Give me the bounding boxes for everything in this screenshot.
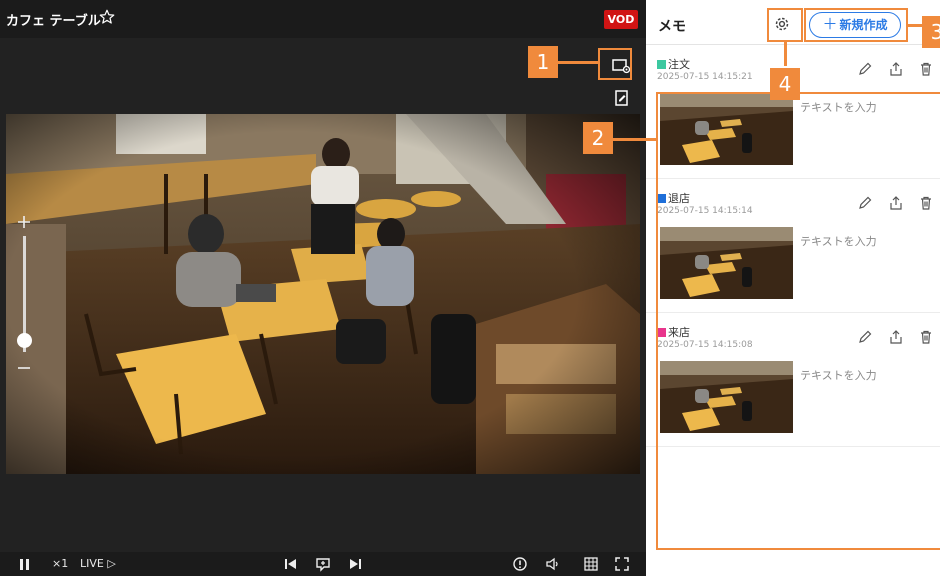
callout-badge-3: 3	[922, 16, 940, 48]
callout-badge-1: 1	[528, 46, 558, 78]
pause-icon[interactable]	[18, 556, 32, 572]
video-header: カフェ テーブル VOD	[0, 0, 646, 38]
callout-badge-4: 4	[770, 68, 800, 100]
share-export-icon[interactable]	[888, 61, 904, 77]
edit-pencil-icon[interactable]	[857, 61, 873, 77]
camera-title: カフェ テーブル	[6, 14, 101, 29]
memo-item-label: 注文	[668, 58, 690, 71]
camera-video-frame[interactable]	[6, 114, 640, 474]
callout-outline-1	[598, 48, 632, 80]
memo-tag-color	[657, 60, 666, 69]
zoom-out-icon[interactable]	[16, 360, 32, 376]
callout-badge-2: 2	[583, 122, 613, 154]
speed-button[interactable]: ×1	[52, 556, 68, 572]
callout-connector-1	[558, 61, 598, 64]
callout-connector-4	[784, 42, 787, 66]
callout-outline-4	[767, 8, 803, 42]
vod-badge[interactable]: VOD	[604, 10, 638, 29]
memo-item-time[interactable]: 2025-07-15 14:15:21	[657, 72, 753, 82]
app-root: カフェ テーブル VOD ×1 LIVE ▷ メモ ＋ 新規作成 注文 2025…	[0, 0, 940, 576]
skip-forward-icon[interactable]	[348, 556, 364, 572]
add-memo-marker-icon[interactable]	[315, 556, 331, 572]
memo-panel-title: メモ	[658, 19, 686, 35]
callout-outline-2	[656, 92, 940, 550]
favorite-star-icon[interactable]	[98, 8, 116, 26]
zoom-slider[interactable]	[10, 210, 38, 380]
volume-icon[interactable]	[544, 556, 560, 572]
fullscreen-icon[interactable]	[614, 556, 630, 572]
video-pane: カフェ テーブル VOD ×1 LIVE ▷	[0, 0, 646, 576]
grid-layout-icon[interactable]	[583, 556, 599, 572]
callout-outline-3	[804, 8, 908, 42]
info-icon[interactable]	[512, 556, 528, 572]
callout-connector-2	[613, 138, 658, 141]
skip-back-icon[interactable]	[282, 556, 298, 572]
delete-trash-icon[interactable]	[918, 61, 934, 77]
playback-controls: ×1 LIVE ▷	[0, 552, 646, 576]
memo-note-icon[interactable]	[612, 88, 632, 108]
zoom-in-icon[interactable]	[16, 214, 32, 230]
zoom-handle[interactable]	[17, 332, 32, 348]
live-button[interactable]: LIVE ▷	[80, 556, 116, 572]
